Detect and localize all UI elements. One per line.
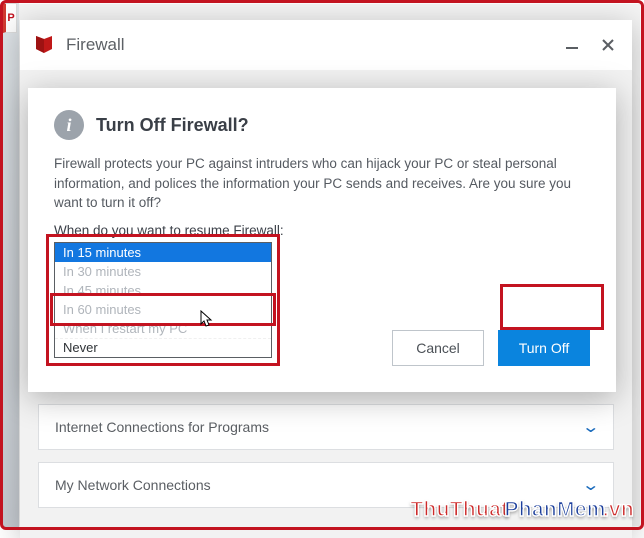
title-bar: Firewall <box>20 20 632 70</box>
mcafee-logo-icon <box>32 33 56 57</box>
turn-off-firewall-dialog: i Turn Off Firewall? Firewall protects y… <box>28 88 616 392</box>
close-button[interactable] <box>596 33 620 57</box>
cancel-button[interactable]: Cancel <box>392 330 484 366</box>
dialog-title: Turn Off Firewall? <box>96 115 249 136</box>
window-title: Firewall <box>66 35 560 55</box>
mouse-cursor-icon <box>200 310 216 330</box>
sidebar-tab[interactable]: P <box>3 3 17 33</box>
option-60-minutes[interactable]: In 60 minutes <box>55 300 271 319</box>
dialog-header: i Turn Off Firewall? <box>54 110 590 140</box>
watermark-part1: ThuThuat <box>410 498 508 521</box>
left-sidebar-strip: P <box>3 3 19 527</box>
option-45-minutes[interactable]: In 45 minutes <box>55 281 271 300</box>
minimize-button[interactable] <box>560 33 584 57</box>
panel-label: Internet Connections for Programs <box>55 419 584 435</box>
turn-off-button[interactable]: Turn Off <box>498 330 590 366</box>
watermark-part2: PhanMem <box>504 498 605 521</box>
option-15-minutes[interactable]: In 15 minutes <box>55 243 271 262</box>
window-controls <box>560 33 620 57</box>
chevron-down-icon: ⌄ <box>581 475 600 495</box>
chevron-down-icon: ⌄ <box>581 417 600 437</box>
info-icon: i <box>54 110 84 140</box>
panel-internet-connections[interactable]: Internet Connections for Programs ⌄ <box>38 404 614 450</box>
dialog-subheading: When do you want to resume Firewall: <box>54 223 590 238</box>
dialog-body-text: Firewall protects your PC against intrud… <box>54 154 590 213</box>
option-30-minutes[interactable]: In 30 minutes <box>55 262 271 281</box>
panel-label: My Network Connections <box>55 477 584 493</box>
option-when-restart[interactable]: When I restart my PC <box>55 319 271 338</box>
watermark-part3: .vn <box>603 498 634 521</box>
resume-firewall-listbox[interactable]: In 15 minutes In 30 minutes In 45 minute… <box>54 242 272 358</box>
option-never[interactable]: Never <box>55 338 271 357</box>
watermark: ThuThuatPhanMem.vn <box>410 498 634 522</box>
